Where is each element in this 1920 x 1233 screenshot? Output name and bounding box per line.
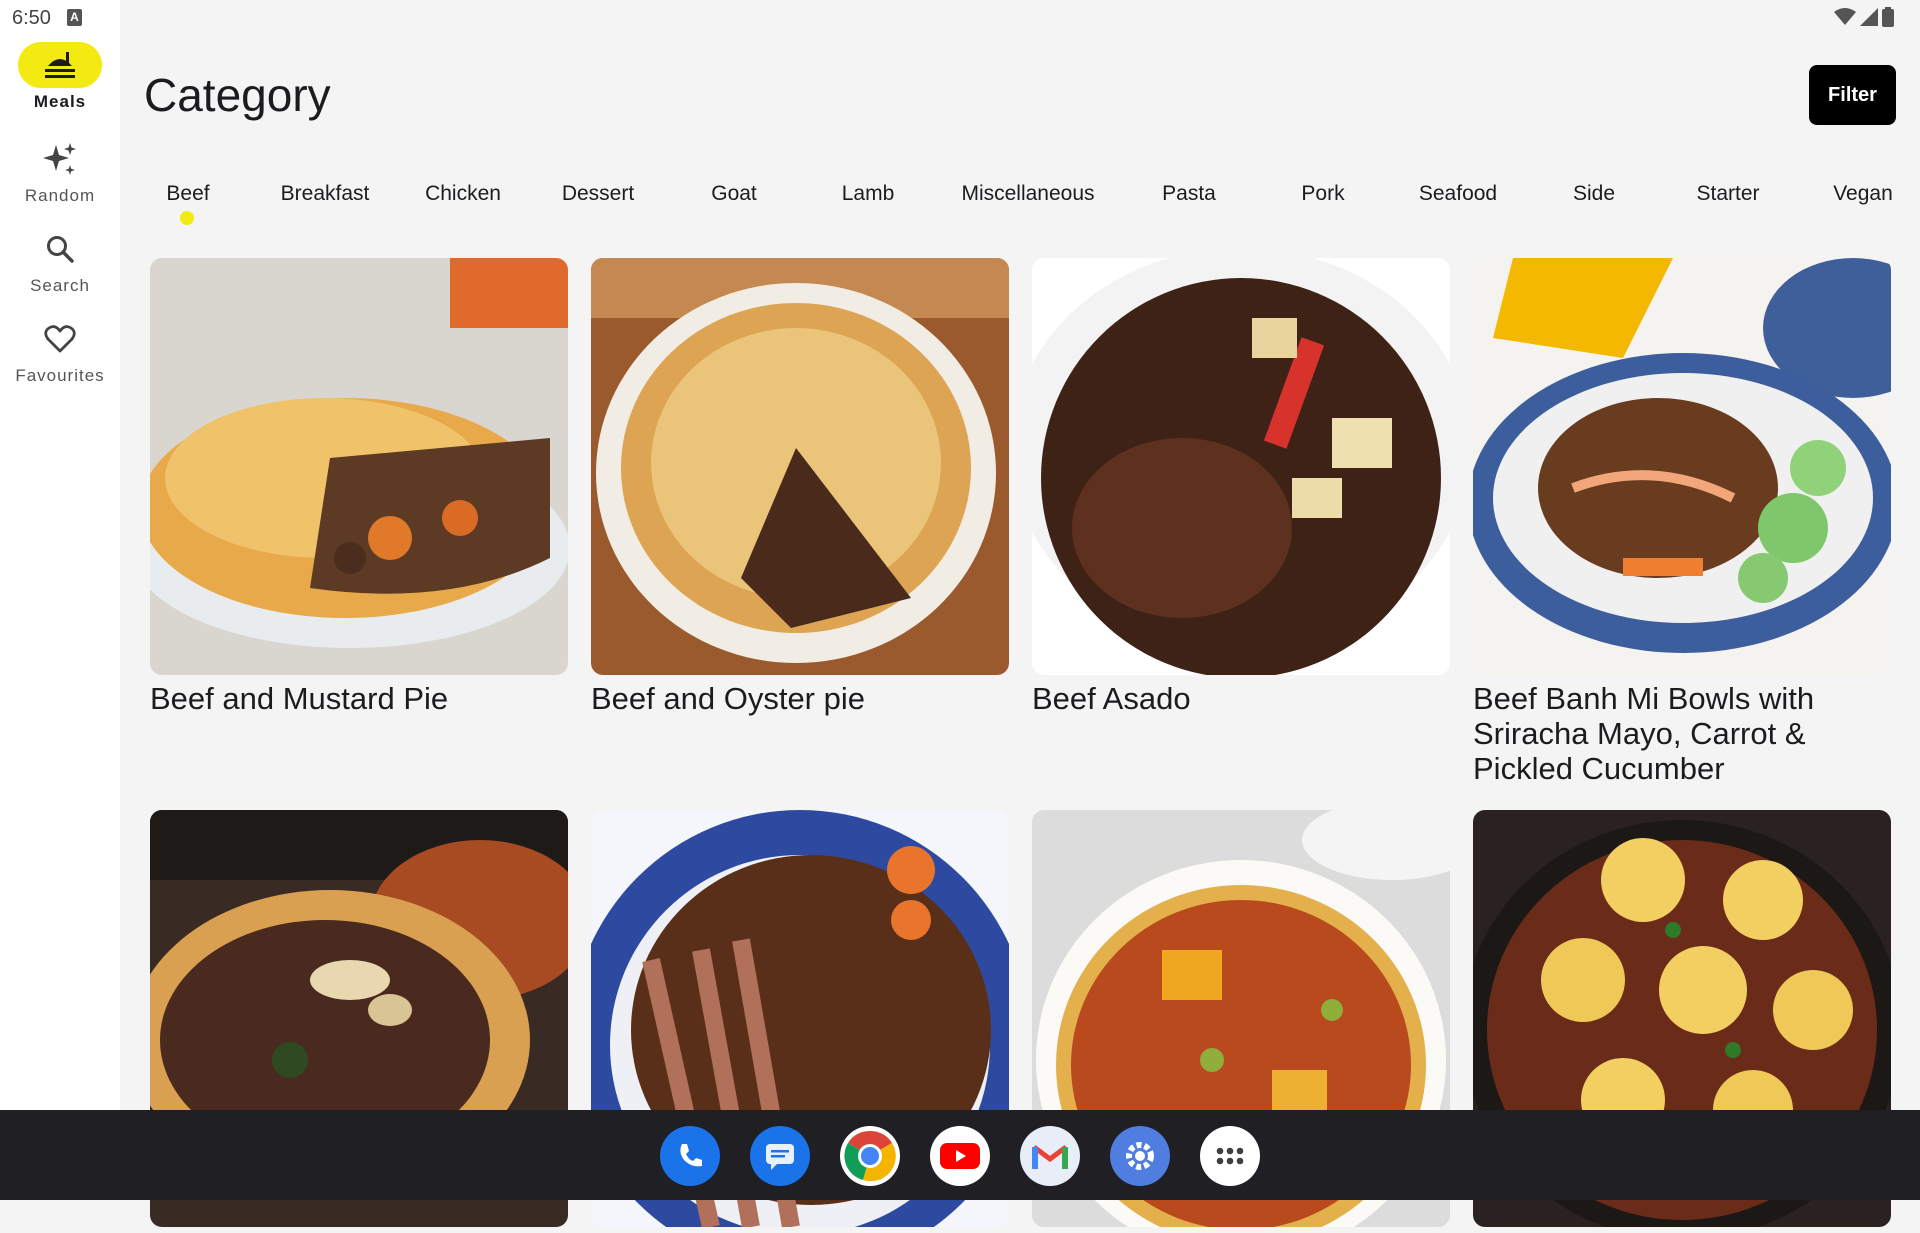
settings-icon[interactable] [1110,1126,1170,1186]
chrome-glyph [844,1130,896,1182]
tab-breakfast[interactable]: Breakfast [281,182,370,206]
taskbar [0,1110,1920,1200]
youtube-glyph [940,1143,980,1169]
messages-icon[interactable] [750,1126,810,1186]
tab-pork[interactable]: Pork [1301,182,1344,206]
filter-button[interactable]: Filter [1809,65,1896,125]
apps-icon[interactable] [1200,1126,1260,1186]
apps-grid-glyph [1216,1147,1244,1165]
status-bar: 6:50 A [0,0,1920,36]
meal-card[interactable]: Beef and Oyster pie [591,258,1009,716]
status-time: 6:50 [12,7,51,29]
meal-image [150,258,568,675]
nav-item-search-indicator [18,226,102,272]
nav-item-favourites[interactable]: Favourites [0,316,120,386]
chrome-icon[interactable] [840,1126,900,1186]
meal-image [1473,258,1891,675]
tab-dessert[interactable]: Dessert [562,182,634,206]
page-title: Category [144,69,331,121]
navigation-rail: Meals Random Search Favourites [0,0,120,1110]
nav-item-random[interactable]: Random [0,136,120,206]
phone-icon[interactable] [660,1126,720,1186]
wifi-icon [1834,8,1856,25]
meal-title: Beef and Mustard Pie [150,681,449,716]
settings-glyph [1126,1142,1154,1170]
tab-starter[interactable]: Starter [1696,182,1759,206]
youtube-icon[interactable] [930,1126,990,1186]
nav-item-favourites-indicator [18,316,102,362]
status-indicator: A [67,9,82,26]
search-icon [47,236,74,263]
signal-icon [1860,8,1878,26]
meal-image [591,258,1009,675]
meals-icon [45,52,75,78]
meal-title: Beef Banh Mi Bowls with Sriracha Mayo, C… [1473,681,1815,786]
meal-card[interactable]: Beef Asado [1032,258,1450,716]
meal-card[interactable]: Beef Banh Mi Bowls with Sriracha Mayo, C… [1473,258,1891,786]
tab-side[interactable]: Side [1573,182,1615,206]
nav-item-search[interactable]: Search [0,226,120,296]
tab-vegan[interactable]: Vegan [1833,182,1893,206]
messages-glyph [766,1144,794,1170]
meal-title: Beef and Oyster pie [591,681,865,716]
nav-item-meals-indicator [18,42,102,88]
nav-item-random-indicator [18,136,102,182]
meal-image [1032,258,1450,675]
tab-miscellaneous[interactable]: Miscellaneous [961,182,1094,206]
sparkle-icon [43,143,76,175]
battery-icon [1882,7,1894,27]
meal-card[interactable]: Beef and Mustard Pie [150,258,568,716]
nav-item-label: Random [24,186,96,205]
gmail-glyph [1032,1145,1068,1169]
nav-item-label: Favourites [15,366,105,385]
meal-title: Beef Asado [1032,681,1191,716]
status-icons [1834,7,1894,27]
tab-goat[interactable]: Goat [711,182,757,206]
nav-item-label: Meals [33,92,87,111]
nav-item-meals[interactable]: Meals [0,42,120,112]
gmail-icon[interactable] [1020,1126,1080,1186]
tab-chicken[interactable]: Chicken [425,182,501,206]
active-tab-indicator [180,211,194,225]
tab-lamb[interactable]: Lamb [842,182,895,206]
tab-beef[interactable]: Beef [166,182,209,206]
category-tabs: Beef Breakfast Chicken Dessert Goat Lamb… [120,160,1920,232]
tab-seafood[interactable]: Seafood [1419,182,1497,206]
phone-glyph [680,1144,702,1167]
heart-icon [44,325,76,353]
tab-pasta[interactable]: Pasta [1162,182,1216,206]
nav-item-label: Search [30,276,90,295]
